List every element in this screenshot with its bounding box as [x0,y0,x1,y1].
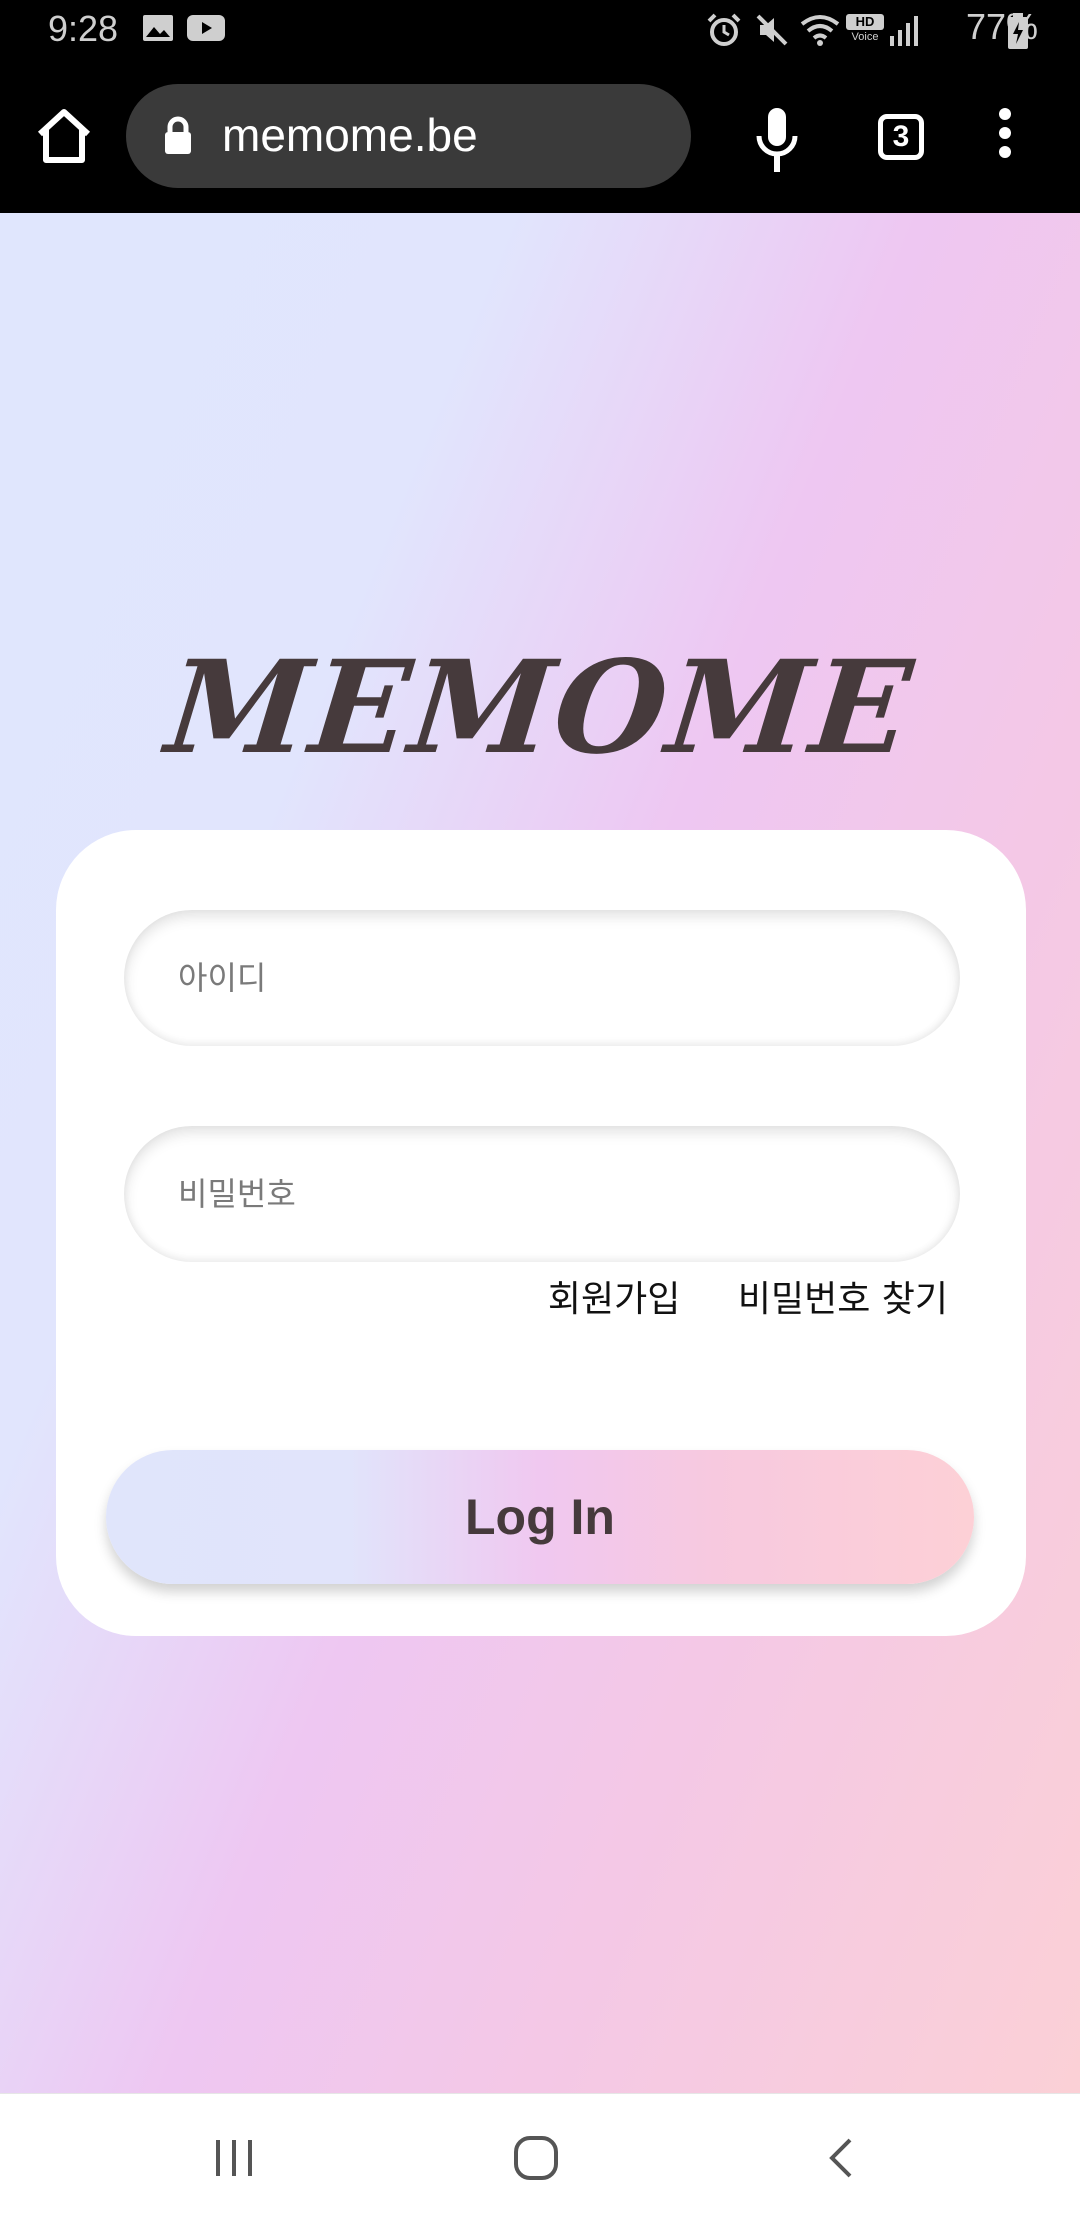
recents-icon[interactable] [212,2138,256,2178]
lock-icon [165,116,191,154]
back-icon[interactable] [826,2136,856,2180]
status-bar: 9:28 HD Voice 77% [0,0,1080,60]
mic-icon[interactable] [752,106,802,176]
tabs-icon[interactable]: 3 [878,114,924,160]
id-input[interactable] [124,910,960,1046]
login-page: MEMOME 회원가입 비밀번호 찾기 Log In [0,213,1080,2093]
alarm-icon [707,13,741,46]
mute-icon [756,14,788,46]
wifi-icon [800,15,840,46]
menu-icon[interactable] [990,108,1020,168]
gallery-icon [143,15,173,41]
find-password-link[interactable]: 비밀번호 찾기 [738,1279,948,1320]
login-button[interactable]: Log In [106,1450,974,1584]
navigation-bar [0,2093,1080,2220]
hd-voice-icon: HD Voice [846,14,884,46]
logo: MEMOME [160,633,920,783]
login-card: 회원가입 비밀번호 찾기 Log In [56,830,1026,1636]
battery-icon [1008,13,1028,49]
signup-link[interactable]: 회원가입 [548,1279,680,1320]
home-icon[interactable] [32,104,96,168]
address-bar[interactable]: memome.be [126,84,691,188]
password-input[interactable] [124,1126,960,1262]
browser-toolbar: memome.be 3 [0,60,1080,213]
status-time: 9:28 [48,8,119,49]
url-text: memome.be [222,109,478,161]
account-links: 회원가입 비밀번호 찾기 [502,1270,948,1322]
signal-icon [890,16,918,46]
youtube-icon [187,15,225,41]
home-nav-icon[interactable] [512,2134,560,2182]
